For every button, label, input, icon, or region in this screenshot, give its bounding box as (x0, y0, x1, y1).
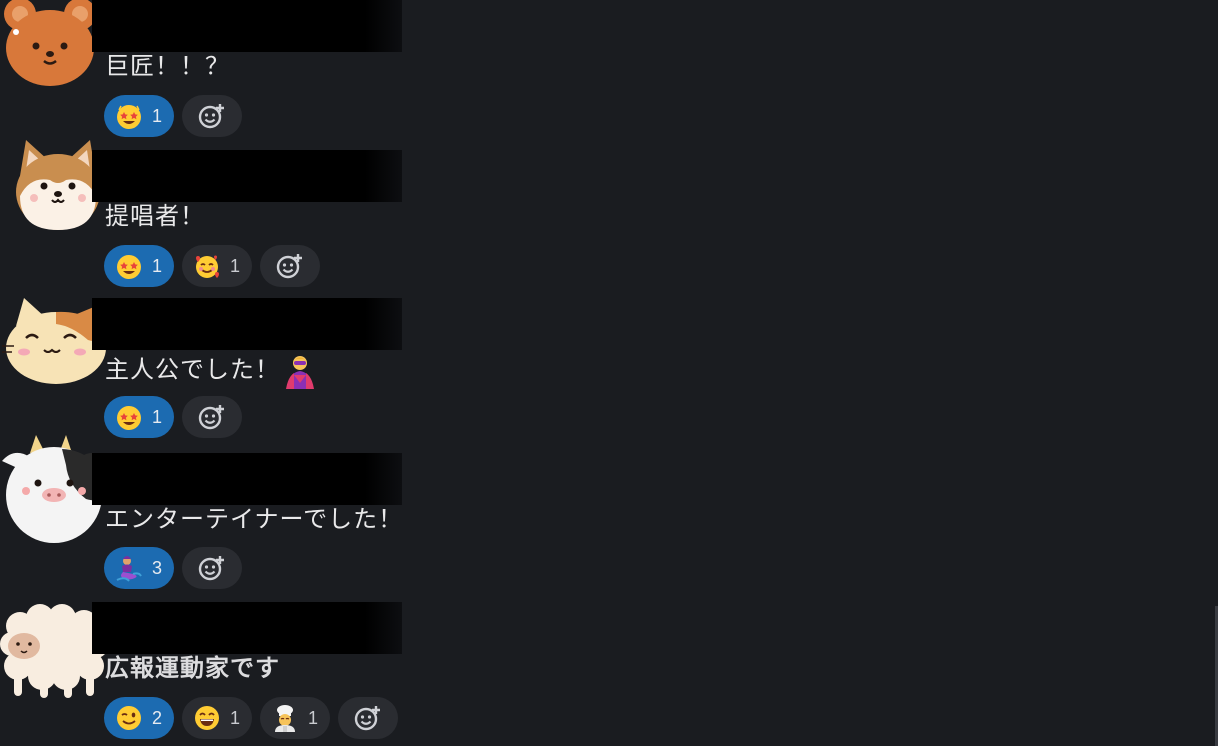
redacted-username (92, 150, 402, 202)
message-text: 広報運動家です (105, 655, 280, 682)
add-emoji-icon (276, 254, 303, 279)
reaction-star-struck[interactable]: 1 (104, 95, 175, 137)
add-emoji-icon (354, 706, 381, 731)
reaction-bar: 1 (104, 396, 243, 438)
reaction-grinning-face[interactable]: 1 (182, 697, 253, 739)
bear-avatar[interactable] (2, 0, 98, 90)
redacted-username (92, 298, 402, 350)
reaction-count: 1 (152, 105, 163, 126)
reaction-chef[interactable]: 1 (260, 697, 331, 739)
add-reaction-button[interactable] (182, 396, 243, 438)
reaction-winking-face[interactable]: 2 (104, 697, 175, 739)
message-item: 巨匠！！？ 1 (0, 0, 420, 150)
add-reaction-button[interactable] (182, 95, 243, 137)
add-emoji-icon (198, 104, 225, 129)
reaction-count: 1 (308, 707, 319, 728)
reaction-count: 1 (230, 255, 241, 276)
reaction-bar: 1 1 (104, 245, 321, 287)
star-struck-emoji (115, 403, 143, 431)
reaction-smiling-hearts[interactable]: 1 (182, 245, 253, 287)
star-struck-emoji (115, 252, 143, 280)
message-item: 提唱者！ 1 1 (0, 140, 420, 300)
smiling-face-with-hearts-emoji (193, 252, 221, 280)
reaction-genie[interactable]: 3 (104, 547, 175, 589)
redacted-username (92, 453, 402, 505)
reaction-count: 1 (152, 406, 163, 427)
reaction-star-struck[interactable]: 1 (104, 396, 175, 438)
add-emoji-icon (198, 405, 225, 430)
add-reaction-button[interactable] (338, 697, 399, 739)
add-emoji-icon (198, 556, 225, 581)
redacted-username (92, 602, 402, 654)
reaction-star-struck[interactable]: 1 (104, 245, 175, 287)
add-reaction-button[interactable] (182, 547, 243, 589)
message-item: エンターテイナーでした！ 3 (0, 435, 420, 603)
winking-face-emoji (115, 704, 143, 732)
message-item: 主人公でした！ 1 (0, 298, 420, 448)
reaction-bar: 1 (104, 95, 243, 137)
message-text-content: 主人公でした！ (105, 356, 280, 384)
redacted-username (92, 0, 402, 52)
message-text: 提唱者！ (105, 203, 205, 230)
reaction-count: 2 (152, 707, 163, 728)
reaction-bar: 3 (104, 547, 243, 589)
message-text: エンターテイナーでした！ (105, 506, 404, 533)
message-text: 巨匠！！？ (105, 53, 230, 80)
reaction-count: 1 (152, 255, 163, 276)
star-struck-emoji (115, 102, 143, 130)
message-item: 広報運動家です 2 1 1 (0, 602, 420, 746)
reaction-count: 1 (230, 707, 241, 728)
message-text: 主人公でした！ (105, 353, 318, 389)
add-reaction-button[interactable] (260, 245, 321, 287)
chat-thread: 巨匠！！？ 1 提唱者！ 1 1 主人公でした！ 1 エンターテイナーでした！ … (0, 0, 1218, 746)
superhero-emoji (282, 353, 318, 389)
genie-emoji (115, 554, 143, 582)
grinning-face-emoji (193, 704, 221, 732)
chef-emoji (271, 704, 299, 732)
reaction-bar: 2 1 1 (104, 697, 399, 739)
reaction-count: 3 (152, 557, 163, 578)
